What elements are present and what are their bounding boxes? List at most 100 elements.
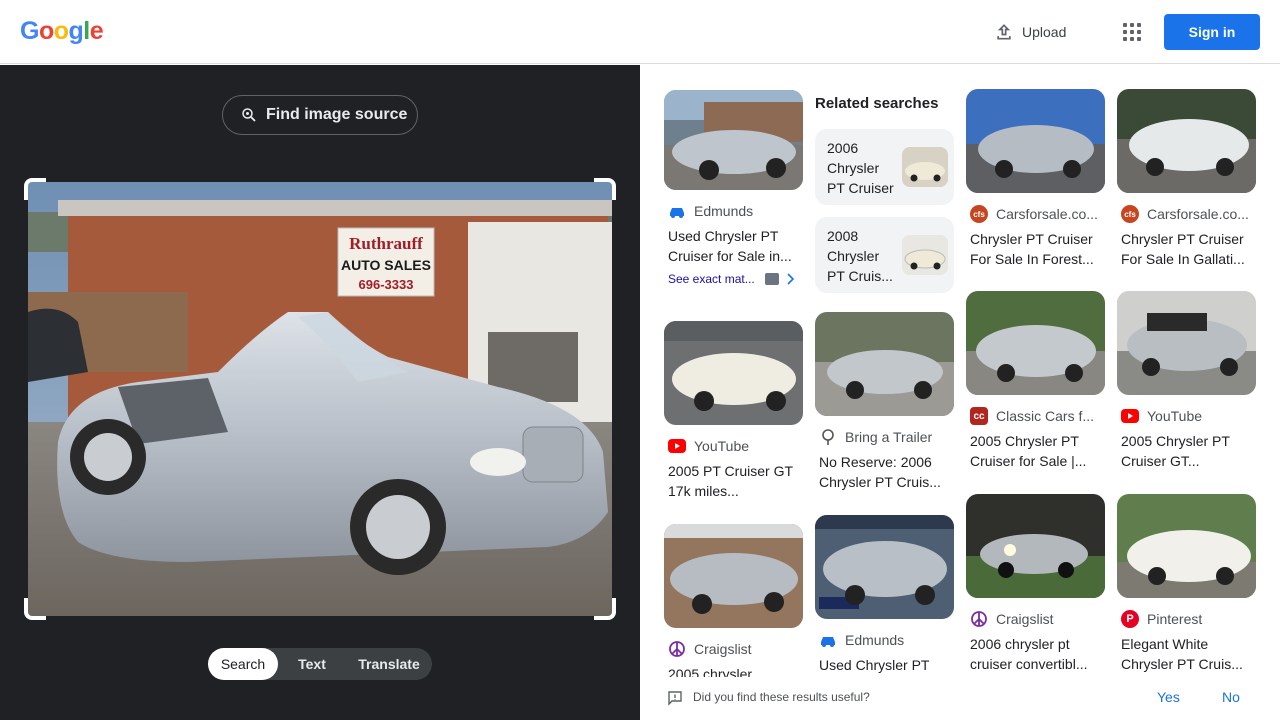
result-source: Craigslist xyxy=(966,610,1105,628)
result-title[interactable]: 2005 Chrysler PT Cruiser for Sale |... xyxy=(966,431,1105,471)
crop-handle-bottom-left[interactable] xyxy=(24,598,46,620)
apps-button[interactable] xyxy=(1114,14,1150,50)
result-source: Edmunds xyxy=(664,202,803,220)
crop-selection-frame[interactable]: Ruthrauff AUTO SALES 696-3333 xyxy=(24,178,616,620)
result-thumbnail[interactable] xyxy=(966,291,1105,395)
result-title[interactable]: Elegant White Chrysler PT Cruis... xyxy=(1117,634,1256,674)
tab-search[interactable]: Search xyxy=(208,648,278,680)
result-thumbnail[interactable] xyxy=(1117,494,1256,598)
related-search-thumbnail xyxy=(902,235,948,275)
youtube-icon xyxy=(668,437,686,455)
pinterest-icon: P xyxy=(1121,610,1139,628)
result-title[interactable]: No Reserve: 2006 Chrysler PT Cruis... xyxy=(815,452,954,492)
dealer-sign: Ruthrauff AUTO SALES 696-3333 xyxy=(337,227,435,297)
result-thumbnail[interactable] xyxy=(815,515,954,619)
craigslist-icon xyxy=(668,640,686,658)
result-source: Bring a Trailer xyxy=(815,428,954,446)
result-source-name: YouTube xyxy=(694,438,750,454)
result-card[interactable]: Edmunds Used Chrysler PT xyxy=(815,515,954,695)
result-thumbnail[interactable] xyxy=(815,312,954,416)
result-source-name: Edmunds xyxy=(845,632,905,648)
result-source: cc Classic Cars f... xyxy=(966,407,1105,425)
logo-letter: o xyxy=(53,17,69,45)
craigslist-icon xyxy=(970,610,988,628)
result-source-name: Craigslist xyxy=(694,641,752,657)
related-searches-heading: Related searches xyxy=(815,95,939,112)
result-thumbnail[interactable] xyxy=(1117,291,1256,395)
result-thumbnail[interactable] xyxy=(966,89,1105,193)
sign-in-button[interactable]: Sign in xyxy=(1164,14,1260,50)
crop-handle-top-right[interactable] xyxy=(594,178,616,200)
result-title[interactable]: Chrysler PT Cruiser For Sale In Gallati.… xyxy=(1117,229,1256,269)
related-search-label: 2006 Chrysler PT Cruiser xyxy=(827,140,894,196)
result-card[interactable]: P Pinterest Elegant White Chrysler PT Cr… xyxy=(1117,494,1256,674)
result-thumbnail[interactable] xyxy=(664,524,803,628)
related-search-label: 2008 Chrysler PT Cruis... xyxy=(827,228,893,284)
result-source-name: Bring a Trailer xyxy=(845,429,933,445)
exact-match-thumb-icon xyxy=(764,273,779,285)
result-title[interactable]: 2006 chrysler pt cruiser convertibl... xyxy=(966,634,1105,674)
result-source: Edmunds xyxy=(815,631,954,649)
result-card[interactable]: cc Classic Cars f... 2005 Chrysler PT Cr… xyxy=(966,291,1105,471)
result-thumbnail[interactable] xyxy=(1117,89,1256,193)
upload-button[interactable]: Upload xyxy=(986,14,1076,50)
edmunds-icon xyxy=(668,202,686,220)
tab-text[interactable]: Text xyxy=(278,648,346,680)
result-thumbnail[interactable] xyxy=(966,494,1105,598)
carsforsale-icon: cfs xyxy=(1121,205,1139,223)
result-source-name: Classic Cars f... xyxy=(996,408,1095,424)
bring-a-trailer-icon xyxy=(819,428,837,446)
result-source: cfs Carsforsale.co... xyxy=(1117,205,1256,223)
result-source-name: Pinterest xyxy=(1147,611,1203,627)
result-title[interactable]: Used Chrysler PT Cruiser for Sale in... xyxy=(664,226,803,266)
apps-grid-icon xyxy=(1123,23,1141,41)
result-card[interactable]: YouTube 2005 Chrysler PT Cruiser GT... xyxy=(1117,291,1256,471)
result-thumbnail[interactable] xyxy=(664,321,803,425)
logo-letter: G xyxy=(20,17,39,45)
result-source: YouTube xyxy=(1117,407,1256,425)
see-exact-matches-link[interactable]: See exact mat... xyxy=(664,272,803,286)
result-thumbnail[interactable] xyxy=(664,90,803,190)
result-source-name: Carsforsale.co... xyxy=(1147,206,1249,222)
find-image-source-button[interactable]: Find image source xyxy=(222,95,418,135)
result-title[interactable]: 2005 Chrysler PT Cruiser GT... xyxy=(1117,431,1256,471)
find-image-source-label: Find image source xyxy=(266,106,408,123)
result-title[interactable]: 2005 PT Cruiser GT 17k miles... xyxy=(664,461,803,501)
google-logo[interactable]: Google xyxy=(20,17,104,46)
logo-letter: o xyxy=(38,17,54,45)
image-search-icon xyxy=(242,108,256,122)
feedback-yes-button[interactable]: Yes xyxy=(1157,689,1180,705)
sign-line3: 696-3333 xyxy=(359,277,414,292)
related-search-item[interactable]: 2006 Chrysler PT Cruiser xyxy=(815,129,954,205)
feedback-question: Did you find these results useful? xyxy=(693,690,870,704)
result-card[interactable]: Bring a Trailer No Reserve: 2006 Chrysle… xyxy=(815,312,954,492)
query-photo: Ruthrauff AUTO SALES 696-3333 xyxy=(28,182,612,616)
related-search-item[interactable]: 2008 Chrysler PT Cruis... xyxy=(815,217,954,293)
feedback-no-button[interactable]: No xyxy=(1222,689,1240,705)
result-source-name: Craigslist xyxy=(996,611,1054,627)
result-source: P Pinterest xyxy=(1117,610,1256,628)
logo-letter: g xyxy=(68,17,84,45)
sign-line2: AUTO SALES xyxy=(341,257,431,273)
result-source-name: YouTube xyxy=(1147,408,1203,424)
result-card[interactable]: cfs Carsforsale.co... Chrysler PT Cruise… xyxy=(1117,89,1256,269)
query-image-pane: Find image source Ruthrauff AUTO SALES 6… xyxy=(0,65,640,720)
crop-handle-top-left[interactable] xyxy=(24,178,46,200)
result-card[interactable]: YouTube 2005 PT Cruiser GT 17k miles... xyxy=(664,321,803,501)
result-card[interactable]: cfs Carsforsale.co... Chrysler PT Cruise… xyxy=(966,89,1105,269)
tab-translate[interactable]: Translate xyxy=(346,648,432,680)
result-title[interactable]: Chrysler PT Cruiser For Sale In Forest..… xyxy=(966,229,1105,269)
visual-matches-pane: Edmunds Used Chrysler PT Cruiser for Sal… xyxy=(640,65,1280,720)
top-header: Google Upload Sign in xyxy=(0,0,1280,64)
chevron-right-icon xyxy=(787,273,794,285)
related-search-thumbnail xyxy=(902,147,948,187)
result-source: YouTube xyxy=(664,437,803,455)
lens-mode-tabs: Search Text Translate xyxy=(208,648,432,680)
result-card[interactable]: Craigslist 2006 chrysler pt cruiser conv… xyxy=(966,494,1105,674)
result-source: cfs Carsforsale.co... xyxy=(966,205,1105,223)
result-card[interactable]: Edmunds Used Chrysler PT Cruiser for Sal… xyxy=(664,90,803,286)
logo-letter: e xyxy=(89,17,104,45)
result-source-name: Edmunds xyxy=(694,203,754,219)
crop-handle-bottom-right[interactable] xyxy=(594,598,616,620)
edmunds-icon xyxy=(819,631,837,649)
